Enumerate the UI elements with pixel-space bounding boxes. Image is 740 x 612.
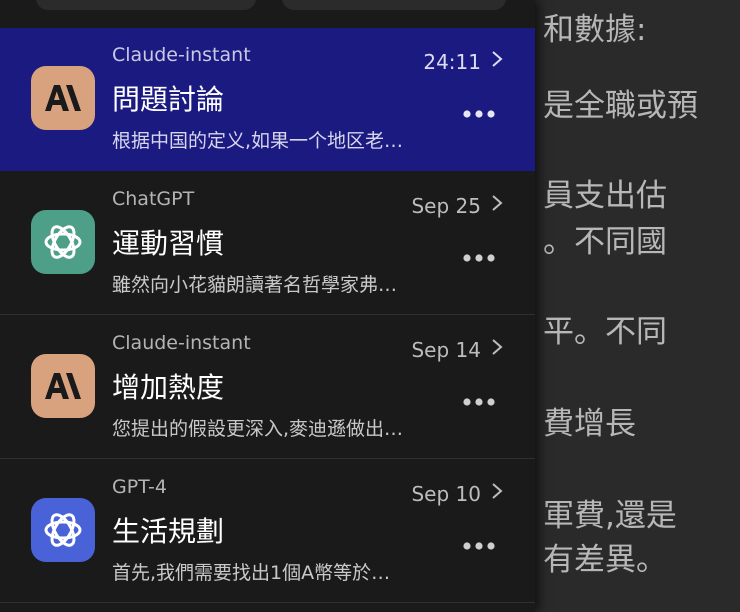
conversation-date: 24:11 xyxy=(423,50,481,74)
conversation-title: 增加熱度 xyxy=(112,371,225,404)
conversation-title: 生活規劃 xyxy=(112,515,225,548)
chevron-right-icon[interactable] xyxy=(487,192,507,214)
model-name: GPT-4 xyxy=(112,476,167,498)
anthropic-logo-icon xyxy=(45,85,81,111)
conversation-drawer: Claude-instant 問題討論 根据中国的定义,如果一个地区老… 24:… xyxy=(0,0,535,612)
chat-text-line: 平。不同 xyxy=(543,314,667,350)
conversation-item[interactable]: Claude-instant 增加熱度 您提出的假設更深入,麥迪遜做出… Sep… xyxy=(0,316,535,459)
model-name: Claude-instant xyxy=(112,44,251,66)
model-name: Claude-instant xyxy=(112,332,251,354)
conversation-preview: 雖然向小花貓朗讀著名哲學家弗… xyxy=(112,274,398,296)
more-options-icon[interactable] xyxy=(461,252,497,264)
conversation-date: Sep 14 xyxy=(411,338,481,362)
openai-logo-icon xyxy=(44,225,82,259)
chat-text-line: 有差異。 xyxy=(543,542,667,578)
model-name: ChatGPT xyxy=(112,188,195,210)
conversation-date: Sep 25 xyxy=(411,194,481,218)
chevron-right-icon[interactable] xyxy=(487,480,507,502)
chat-text-line: 軍費,還是 xyxy=(543,498,677,534)
chevron-right-icon[interactable] xyxy=(487,48,507,70)
anthropic-logo-icon xyxy=(45,373,81,399)
conversation-preview: 首先,我們需要找出1個A幣等於… xyxy=(112,562,391,584)
top-chip[interactable] xyxy=(282,0,506,10)
conversation-date: Sep 10 xyxy=(411,482,481,506)
conversation-preview: 根据中国的定义,如果一个地区老… xyxy=(112,130,404,152)
drawer-top-bar xyxy=(0,0,535,28)
chat-text-line: 員支出估 xyxy=(543,178,667,214)
conversation-title: 運動習慣 xyxy=(112,227,225,260)
chat-text-line: 。不同國 xyxy=(543,224,667,260)
conversation-preview: 您提出的假設更深入,麥迪遜做出… xyxy=(112,418,404,440)
chat-text-line: 是全職或預 xyxy=(543,88,698,124)
claude-icon xyxy=(31,66,95,130)
conversation-title: 問題討論 xyxy=(112,83,225,116)
openai-logo-icon xyxy=(44,513,82,547)
chevron-right-icon[interactable] xyxy=(487,336,507,358)
top-chip[interactable] xyxy=(36,0,256,10)
conversation-item[interactable]: ChatGPT 運動習慣 雖然向小花貓朗讀著名哲學家弗… Sep 25 xyxy=(0,172,535,315)
background-chat-panel: 和數據: 是全職或預 員支出估 。不同國 平。不同 費增長 軍費,還是 有差異。 xyxy=(535,0,740,612)
conversation-item[interactable]: Claude-instant 問題討論 根据中国的定义,如果一个地区老… 24:… xyxy=(0,28,535,171)
conversation-item[interactable]: GPT-4 生活規劃 首先,我們需要找出1個A幣等於… Sep 10 xyxy=(0,460,535,603)
chat-text-line: 和數據: xyxy=(543,12,647,48)
more-options-icon[interactable] xyxy=(461,540,497,552)
chat-text-line: 費增長 xyxy=(543,406,636,442)
more-options-icon[interactable] xyxy=(461,396,497,408)
more-options-icon[interactable] xyxy=(461,108,497,120)
chatgpt-icon xyxy=(31,210,95,274)
claude-icon xyxy=(31,354,95,418)
gpt4-icon xyxy=(31,498,95,562)
